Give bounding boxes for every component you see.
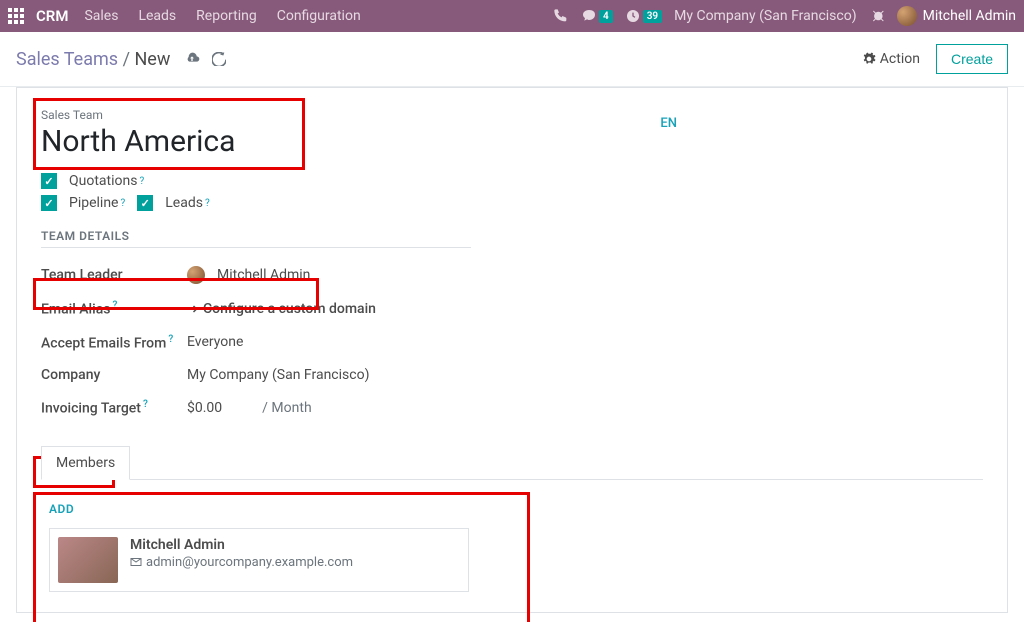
- options-group: Quotations? Pipeline? Leads?: [41, 173, 983, 211]
- invoicing-target-field[interactable]: $0.00 / Month: [187, 400, 312, 416]
- avatar-icon: [897, 6, 917, 26]
- create-button[interactable]: Create: [936, 44, 1008, 74]
- nav-reporting[interactable]: Reporting: [196, 8, 257, 24]
- help-icon[interactable]: ?: [121, 198, 126, 209]
- messages-badge: 4: [599, 10, 613, 23]
- leads-label: Leads: [165, 195, 203, 211]
- discard-icon[interactable]: [212, 52, 226, 66]
- tabbar: Members: [41, 445, 983, 480]
- breadcrumb-sep: /: [123, 49, 135, 70]
- tab-members[interactable]: Members: [41, 446, 130, 480]
- help-icon[interactable]: ?: [139, 176, 144, 187]
- breadcrumb-current: New: [134, 49, 170, 70]
- email-alias-label: Email Alias?: [41, 300, 187, 318]
- breadcrumb-root[interactable]: Sales Teams: [16, 49, 118, 70]
- section-team-details: TEAM DETAILS: [41, 229, 471, 248]
- quotations-label: Quotations: [69, 173, 137, 189]
- nav-configuration[interactable]: Configuration: [277, 8, 361, 24]
- arrow-right-icon: [187, 303, 199, 315]
- team-leader-value: Mitchell Admin: [217, 267, 310, 283]
- leads-checkbox[interactable]: [137, 195, 153, 211]
- accept-emails-field[interactable]: Everyone: [187, 334, 243, 350]
- app-brand[interactable]: CRM: [36, 7, 68, 25]
- debug-icon[interactable]: [869, 8, 885, 24]
- lang-button[interactable]: EN: [660, 116, 677, 131]
- apps-icon[interactable]: [8, 8, 24, 24]
- company-switcher[interactable]: My Company (San Francisco): [674, 8, 856, 24]
- user-menu[interactable]: Mitchell Admin: [897, 6, 1016, 26]
- help-icon[interactable]: ?: [112, 300, 117, 311]
- user-name: Mitchell Admin: [923, 8, 1016, 24]
- member-avatar: [58, 537, 118, 583]
- voip-icon[interactable]: [553, 8, 569, 24]
- add-member-button[interactable]: ADD: [49, 502, 975, 516]
- team-name-label: Sales Team: [41, 108, 983, 122]
- form-wrap: Sales Team North America EN Quotations? …: [0, 87, 1024, 622]
- member-name: Mitchell Admin: [130, 537, 353, 553]
- topbar: CRM Sales Leads Reporting Configuration …: [0, 0, 1024, 32]
- invoicing-target-label: Invoicing Target?: [41, 399, 187, 417]
- help-icon[interactable]: ?: [168, 334, 173, 345]
- nav-sales[interactable]: Sales: [84, 8, 118, 24]
- cloud-save-icon[interactable]: [184, 52, 200, 66]
- team-leader-field[interactable]: Mitchell Admin: [187, 266, 310, 284]
- help-icon[interactable]: ?: [205, 198, 210, 209]
- quotations-checkbox[interactable]: [41, 173, 57, 189]
- pipeline-label: Pipeline: [69, 195, 119, 211]
- form-sheet: Sales Team North America EN Quotations? …: [16, 87, 1008, 613]
- messages-icon[interactable]: 4: [581, 8, 613, 24]
- accept-emails-label: Accept Emails From?: [41, 334, 187, 352]
- nav-leads[interactable]: Leads: [138, 8, 176, 24]
- company-label: Company: [41, 367, 187, 383]
- gear-icon: [862, 52, 876, 66]
- control-panel: Sales Teams / New Action Create: [0, 32, 1024, 87]
- member-email: admin@yourcompany.example.com: [130, 555, 353, 570]
- team-leader-label: Team Leader: [41, 267, 187, 283]
- action-label: Action: [880, 51, 920, 67]
- envelope-icon: [130, 557, 142, 567]
- topbar-right: 4 39 My Company (San Francisco) Mitchell…: [553, 6, 1016, 26]
- breadcrumb: Sales Teams / New: [16, 49, 170, 70]
- activities-icon[interactable]: 39: [625, 8, 662, 24]
- company-field[interactable]: My Company (San Francisco): [187, 367, 369, 383]
- configure-domain-link[interactable]: Configure a custom domain: [187, 301, 376, 317]
- avatar-icon: [187, 266, 205, 284]
- help-icon[interactable]: ?: [143, 399, 148, 410]
- team-name-input[interactable]: North America: [41, 124, 983, 159]
- member-card[interactable]: Mitchell Admin admin@yourcompany.example…: [49, 528, 469, 592]
- activities-badge: 39: [643, 10, 662, 23]
- pipeline-checkbox[interactable]: [41, 195, 57, 211]
- action-button[interactable]: Action: [862, 51, 920, 67]
